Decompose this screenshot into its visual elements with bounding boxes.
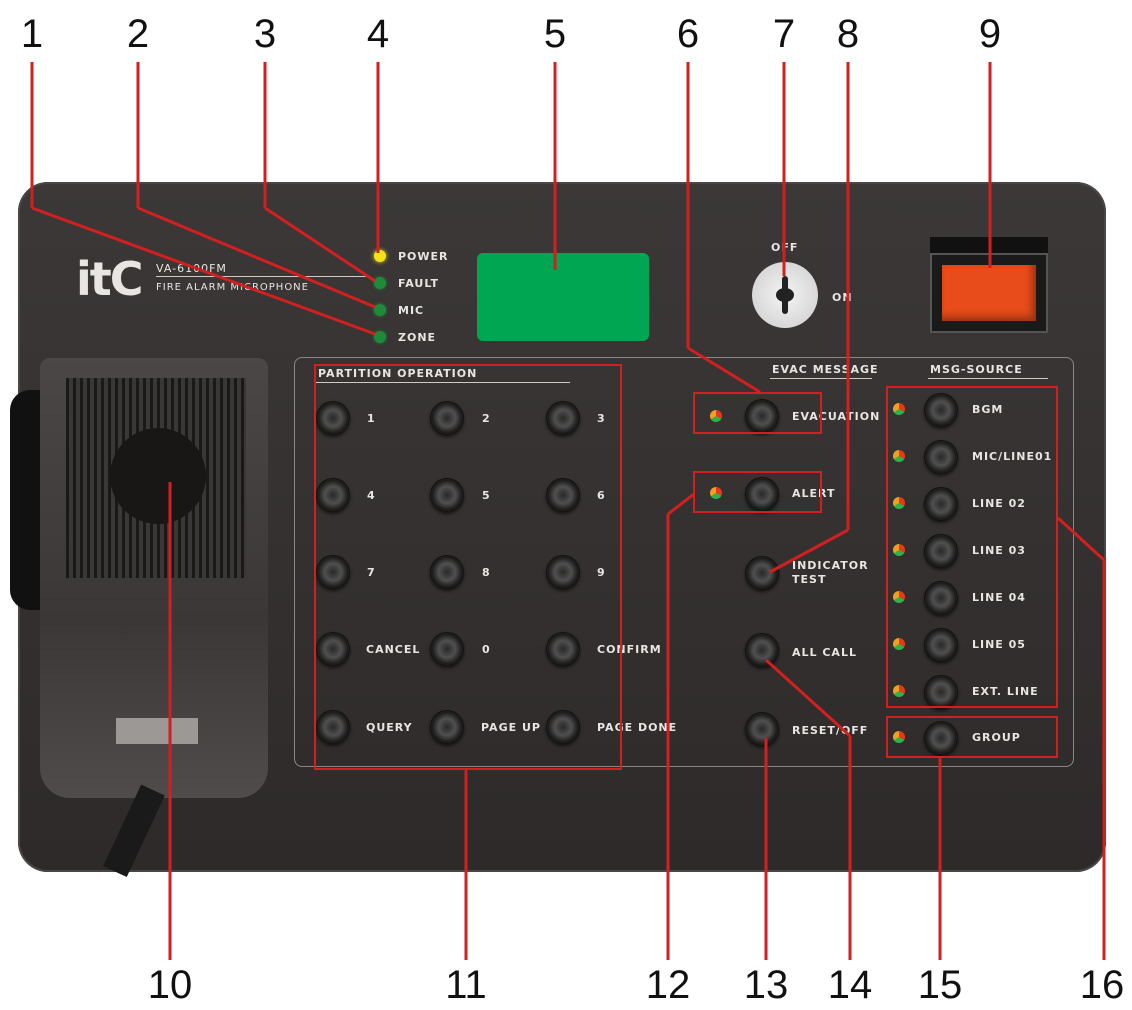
callout-15: 15 xyxy=(917,963,963,1007)
lcd-display xyxy=(477,253,649,341)
callout-7: 7 xyxy=(772,12,796,56)
indicator-test-label: INDICATOR TEST xyxy=(792,559,869,586)
msg-source-highlight-box xyxy=(886,386,1058,708)
zone-label: ZONE xyxy=(398,331,437,344)
callout-11: 11 xyxy=(445,963,487,1007)
evac-title: EVAC MESSAGE xyxy=(772,363,879,376)
callout-8: 8 xyxy=(836,12,860,56)
product-label: FIRE ALARM MICROPHONE xyxy=(156,282,309,293)
fault-label: FAULT xyxy=(398,277,440,290)
callout-13: 13 xyxy=(743,963,789,1007)
brand-divider xyxy=(156,276,366,277)
power-label: POWER xyxy=(398,250,449,263)
key-head-icon xyxy=(776,288,794,302)
msg-source-title: MSG-SOURCE xyxy=(930,363,1023,376)
ptt-button[interactable] xyxy=(116,718,198,744)
power-led xyxy=(374,250,386,262)
mic-grille xyxy=(66,378,246,578)
power-switch[interactable] xyxy=(942,265,1036,321)
evac-underline xyxy=(770,378,872,379)
alert-highlight-box xyxy=(693,471,822,513)
mic-label: MIC xyxy=(398,304,425,317)
model-label: VA-6100FM xyxy=(156,262,227,275)
callout-1: 1 xyxy=(20,12,44,56)
callout-10: 10 xyxy=(147,963,193,1007)
mic-capsule xyxy=(110,428,206,524)
key-off-label: OFF xyxy=(771,241,799,254)
mic-led xyxy=(374,304,386,316)
callout-9: 9 xyxy=(978,12,1002,56)
key-on-label: ON xyxy=(832,291,853,304)
callout-2: 2 xyxy=(126,12,150,56)
callout-14: 14 xyxy=(827,963,873,1007)
power-switch-bezel-top xyxy=(930,237,1048,253)
all-call-button[interactable] xyxy=(745,633,779,667)
callout-12: 12 xyxy=(645,963,691,1007)
fault-led xyxy=(374,277,386,289)
zone-led xyxy=(374,331,386,343)
callout-5: 5 xyxy=(543,12,567,56)
callout-4: 4 xyxy=(366,12,390,56)
group-highlight-box xyxy=(886,716,1058,758)
evacuation-highlight-box xyxy=(693,392,822,434)
all-call-label: ALL CALL xyxy=(792,646,857,659)
power-switch-housing xyxy=(930,253,1048,333)
reset-off-button[interactable] xyxy=(745,712,779,746)
callout-16: 16 xyxy=(1079,963,1125,1007)
reset-off-label: RESET/OFF xyxy=(792,724,869,737)
callout-3: 3 xyxy=(253,12,277,56)
msg-source-underline xyxy=(928,378,1048,379)
partition-highlight-box xyxy=(314,364,622,770)
key-switch[interactable] xyxy=(752,262,818,328)
indicator-test-button[interactable] xyxy=(745,556,779,590)
brand-logo: itC xyxy=(76,252,144,306)
microphone-body xyxy=(40,358,268,798)
callout-6: 6 xyxy=(676,12,700,56)
